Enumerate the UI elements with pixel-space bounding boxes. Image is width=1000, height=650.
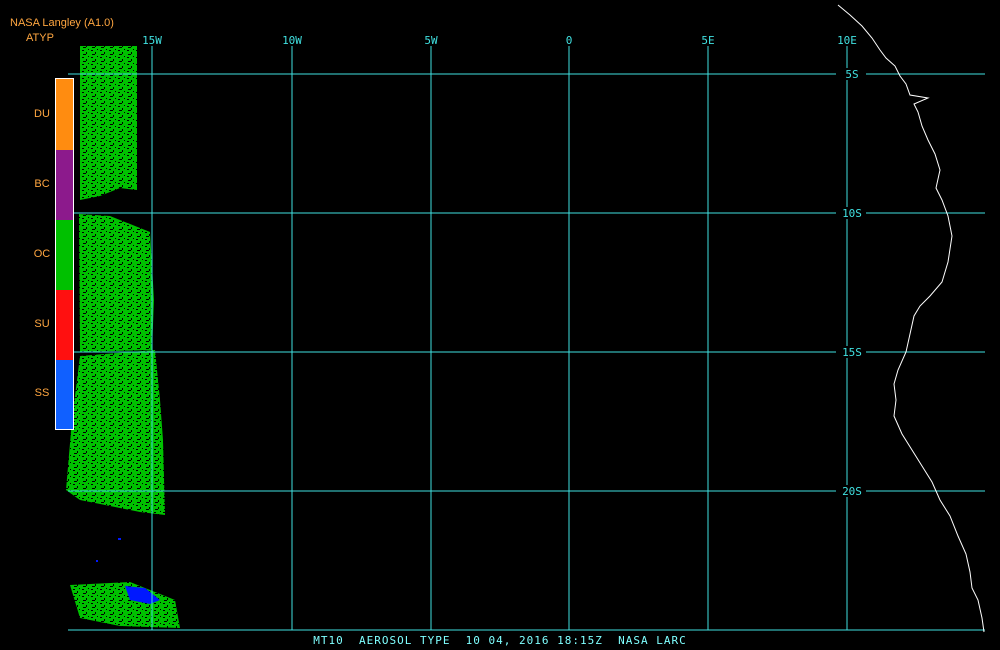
map-panel: 15W 10W 5W 0 5E 10E 5S 10S 15S 20S: [66, 4, 985, 633]
longitude-label: 5W: [424, 34, 438, 47]
latitude-label: 5S: [845, 68, 858, 81]
swath-ss-speck: [96, 560, 98, 562]
swath-oc-south: [66, 350, 165, 515]
latitude-label: 10S: [842, 207, 862, 220]
coastline: [837, 4, 985, 633]
legend-label-oc: OC: [33, 248, 51, 260]
latitude-label: 15S: [842, 346, 862, 359]
swath-ss-speck: [118, 538, 121, 540]
swath-oc-middle: [79, 214, 154, 352]
legend-label-du: DU: [34, 108, 50, 120]
product-label: ATYP: [26, 32, 54, 44]
swath-oc-far-south: [70, 582, 180, 628]
legend-label-ss: SS: [34, 387, 50, 399]
latitude-label: 20S: [842, 485, 862, 498]
longitude-label: 15W: [142, 34, 162, 47]
longitude-label: 10E: [837, 34, 857, 47]
legend-label-su: SU: [34, 318, 50, 330]
aerosol-swath: [66, 46, 180, 628]
longitude-label: 10W: [282, 34, 302, 47]
lat-lon-grid: 15W 10W 5W 0 5E 10E 5S 10S 15S 20S: [68, 34, 985, 631]
longitude-label: 0: [566, 34, 573, 47]
map-caption: MT10 AEROSOL TYPE 10 04, 2016 18:15Z NAS…: [313, 634, 687, 647]
legend-label-bc: BC: [34, 178, 50, 190]
source-label: NASA Langley (A1.0): [10, 17, 114, 29]
longitude-label: 5E: [701, 34, 714, 47]
swath-oc-north: [80, 46, 137, 200]
